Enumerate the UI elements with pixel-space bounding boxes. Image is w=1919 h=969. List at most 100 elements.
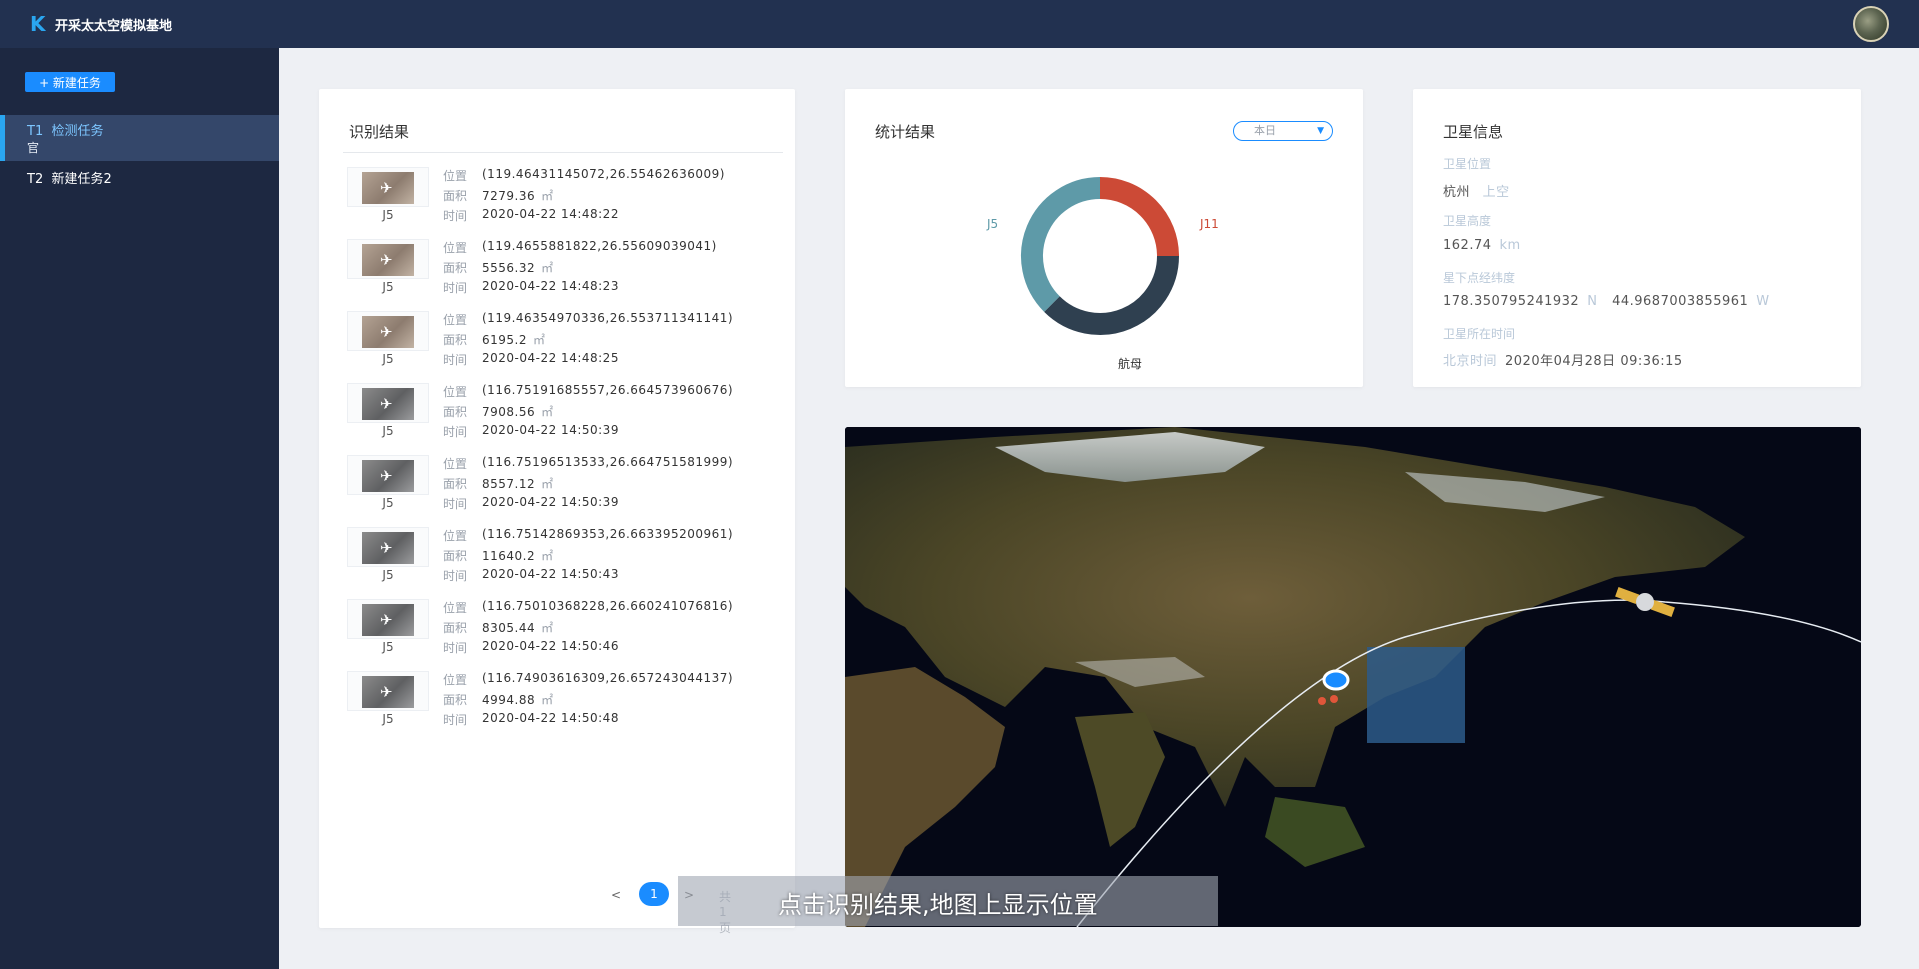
result-thumbnail[interactable]: ✈: [347, 383, 429, 423]
sidebar-item-task-1[interactable]: T1 检测任务 官: [0, 115, 279, 161]
time-prefix: 北京时间: [1443, 354, 1498, 369]
donut-slice-2[interactable]: [1044, 255, 1179, 335]
area-label: 面积: [443, 189, 468, 203]
results-title: 识别结果: [349, 123, 410, 141]
result-thumbnail[interactable]: ✈: [347, 311, 429, 351]
user-avatar[interactable]: [1853, 6, 1889, 42]
area-number: 8305.44: [482, 621, 536, 635]
divider: [343, 152, 783, 153]
earth-map: [845, 427, 1861, 927]
result-thumbnail[interactable]: ✈: [347, 455, 429, 495]
area-label: 面积: [443, 693, 468, 707]
new-task-button[interactable]: + 新建任务: [25, 72, 115, 92]
aircraft-image: ✈: [362, 172, 414, 204]
time-label: 时间: [443, 353, 468, 367]
position-label: 位置: [443, 457, 468, 471]
aircraft-image: ✈: [362, 316, 414, 348]
satellite-title: 卫星信息: [1443, 123, 1504, 141]
target-dot-icon[interactable]: [1318, 697, 1326, 705]
result-item[interactable]: ✈ J5 位置 (116.75191685557,26.664573960676) 面积…: [347, 383, 787, 451]
legend-j5: J5: [987, 217, 999, 231]
result-thumbnail[interactable]: ✈: [347, 671, 429, 711]
result-item[interactable]: ✈ J5 位置 (119.46354970336,26.553711341141) 面积…: [347, 311, 787, 379]
position-value: (116.75196513533,26.664751581999): [482, 455, 734, 469]
result-item[interactable]: ✈ J5 位置 (116.74903616309,26.657243044137) 面积…: [347, 671, 787, 739]
plane-icon: ✈: [380, 395, 393, 413]
aircraft-image: ✈: [362, 532, 414, 564]
result-thumbnail[interactable]: ✈: [347, 527, 429, 567]
area-number: 7908.56: [482, 405, 536, 419]
area-value: 7908.56 ㎡: [482, 403, 554, 420]
time-value: 2020-04-22 14:48:22: [482, 207, 619, 221]
area-value: 11640.2 ㎡: [482, 547, 554, 564]
sidebar: + 新建任务 T1 检测任务 官 T2 新建任务2: [0, 48, 279, 969]
position-value: (116.74903616309,26.657243044137): [482, 671, 734, 685]
satellite-altitude-value: 162.74 km: [1443, 238, 1521, 253]
area-number: 6195.2: [482, 333, 527, 347]
prev-page-button[interactable]: <: [611, 888, 621, 902]
area-label: 面积: [443, 549, 468, 563]
position-value: (116.75191685557,26.664573960676): [482, 383, 734, 397]
area-value: 6195.2 ㎡: [482, 331, 546, 348]
satellite-position-label: 卫星位置: [1443, 157, 1492, 171]
plane-icon: ✈: [380, 323, 393, 341]
result-label: J5: [382, 208, 394, 222]
position-label: 位置: [443, 673, 468, 687]
area-number: 11640.2: [482, 549, 536, 563]
area-label: 面积: [443, 333, 468, 347]
position-label: 位置: [443, 601, 468, 615]
map-view[interactable]: [845, 427, 1861, 927]
result-label: J5: [382, 712, 394, 726]
altitude-unit: km: [1499, 238, 1521, 253]
imagery-overlay[interactable]: [1367, 647, 1465, 743]
area-value: 8557.12 ㎡: [482, 475, 554, 492]
plane-icon: ✈: [380, 611, 393, 629]
time-label: 时间: [443, 209, 468, 223]
result-item[interactable]: ✈ J5 位置 (116.75010368228,26.660241076816) 面积…: [347, 599, 787, 667]
sidebar-item-task-2[interactable]: T2 新建任务2: [0, 168, 279, 192]
time-value: 2020-04-22 14:50:43: [482, 567, 619, 581]
aircraft-image: ✈: [362, 460, 414, 492]
area-value: 7279.36 ㎡: [482, 187, 554, 204]
plane-icon: ✈: [380, 251, 393, 269]
subpoint-lon-unit: W: [1756, 294, 1770, 309]
result-label: J5: [382, 352, 394, 366]
result-label: J5: [382, 640, 394, 654]
page-1-button[interactable]: 1: [639, 882, 669, 906]
app-title: 开采太太空模拟基地: [55, 19, 173, 34]
aircraft-image: ✈: [362, 244, 414, 276]
donut-chart: [1021, 177, 1179, 335]
result-thumbnail[interactable]: ✈: [347, 167, 429, 207]
area-unit: ㎡: [541, 693, 554, 707]
time-value: 2020-04-22 14:50:39: [482, 495, 619, 509]
area-number: 5556.32: [482, 261, 536, 275]
satellite-altitude-label: 卫星高度: [1443, 214, 1492, 228]
task-label: 新建任务2: [51, 172, 112, 187]
position-label: 位置: [443, 241, 468, 255]
subpoint-value: 178.350795241932 N 44.9687003855961 W: [1443, 294, 1770, 309]
result-item[interactable]: ✈ J5 位置 (119.46431145072,26.55462636009) 面积 7…: [347, 167, 787, 235]
donut-slice-1[interactable]: [1099, 177, 1179, 257]
time-label: 时间: [443, 497, 468, 511]
top-bar: K 开采太太空模拟基地: [0, 0, 1919, 48]
time-value: 2020-04-22 14:48:23: [482, 279, 619, 293]
result-thumbnail[interactable]: ✈: [347, 599, 429, 639]
subpoint-lat: 178.350795241932: [1443, 294, 1580, 309]
plane-icon: ✈: [380, 683, 393, 701]
target-dot-icon[interactable]: [1330, 695, 1338, 703]
area-value: 4994.88 ㎡: [482, 691, 554, 708]
area-label: 面积: [443, 261, 468, 275]
donut-slice-3[interactable]: [1021, 177, 1101, 312]
area-number: 7279.36: [482, 189, 536, 203]
location-pin-icon[interactable]: [1322, 669, 1350, 691]
area-number: 8557.12: [482, 477, 536, 491]
legend-carrier: 航母: [1118, 357, 1143, 371]
new-task-button-label: + 新建任务: [39, 75, 101, 90]
result-item[interactable]: ✈ J5 位置 (116.75196513533,26.664751581999) 面积…: [347, 455, 787, 523]
plane-icon: ✈: [380, 539, 393, 557]
result-item[interactable]: ✈ J5 位置 (119.4655881822,26.55609039041) 面积 55…: [347, 239, 787, 307]
time-value: 2020-04-22 14:50:39: [482, 423, 619, 437]
result-thumbnail[interactable]: ✈: [347, 239, 429, 279]
satellite-city: 杭州: [1443, 185, 1471, 200]
result-item[interactable]: ✈ J5 位置 (116.75142869353,26.663395200961) 面积…: [347, 527, 787, 595]
